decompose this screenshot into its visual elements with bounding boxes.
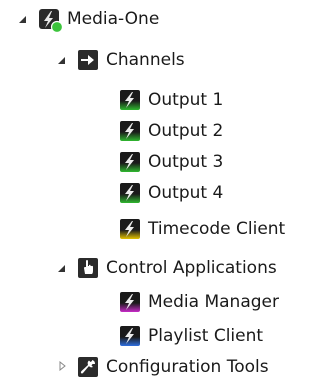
expand-arrow-icon[interactable] xyxy=(55,54,69,68)
tree-node-output-1[interactable]: Output 1 xyxy=(119,83,223,117)
tree-node-label: Media-One xyxy=(67,9,160,29)
expand-arrow-icon[interactable] xyxy=(55,262,69,276)
timecode-flash-icon xyxy=(119,218,141,240)
collapse-arrow-icon[interactable] xyxy=(55,359,69,373)
tree-node-media-one[interactable]: Media-One xyxy=(38,2,159,36)
tree-node-label: Configuration Tools xyxy=(106,357,269,377)
tree-node-playlist-client[interactable]: Playlist Client xyxy=(119,319,263,353)
tree-node-timecode-client[interactable]: Timecode Client xyxy=(119,212,285,246)
tree-view: Media-One Channels Output 1 Output 2 Out… xyxy=(0,0,329,385)
tree-node-label: Output 2 xyxy=(148,121,224,141)
tree-node-output-4[interactable]: Output 4 xyxy=(119,176,223,210)
expand-arrow-icon[interactable] xyxy=(16,13,30,27)
wrench-icon xyxy=(77,356,99,378)
media-manager-flash-icon xyxy=(119,291,141,313)
tree-node-configuration-tools[interactable]: Configuration Tools xyxy=(77,350,269,384)
tree-node-label: Output 3 xyxy=(148,152,224,172)
output-flash-icon xyxy=(119,182,141,204)
tree-node-media-manager[interactable]: Media Manager xyxy=(119,285,279,319)
tree-node-output-3[interactable]: Output 3 xyxy=(119,145,223,179)
output-flash-icon xyxy=(119,151,141,173)
tree-node-label: Media Manager xyxy=(148,292,279,312)
tree-node-label: Output 4 xyxy=(148,183,224,203)
output-flash-icon xyxy=(119,120,141,142)
output-flash-icon xyxy=(119,89,141,111)
tree-node-label: Playlist Client xyxy=(148,326,264,346)
tree-node-control-applications[interactable]: Control Applications xyxy=(77,251,277,285)
hand-pointer-icon xyxy=(77,257,99,279)
media-one-app-icon xyxy=(38,8,64,34)
playlist-flash-icon xyxy=(119,325,141,347)
tree-node-label: Control Applications xyxy=(106,258,277,278)
tree-node-label: Channels xyxy=(106,50,185,70)
tree-node-label: Output 1 xyxy=(148,90,224,110)
tree-node-label: Timecode Client xyxy=(148,219,286,239)
tree-node-output-2[interactable]: Output 2 xyxy=(119,114,223,148)
channels-arrow-icon xyxy=(77,49,99,71)
tree-node-channels[interactable]: Channels xyxy=(77,43,185,77)
